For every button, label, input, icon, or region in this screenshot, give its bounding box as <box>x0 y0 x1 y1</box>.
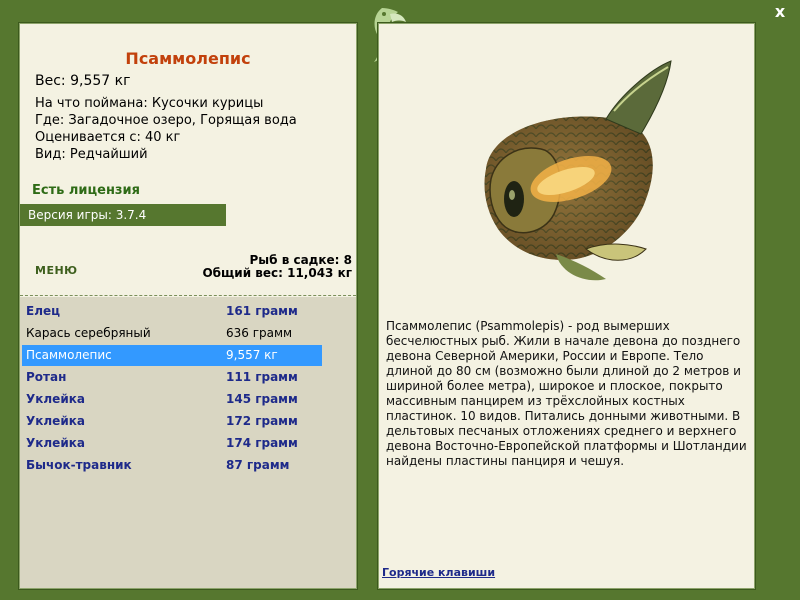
fish-list: Елец 161 грамм Карась серебряный 636 гра… <box>20 297 356 588</box>
list-item-name: Карась серебряный <box>26 326 151 340</box>
list-item-weight: 9,557 кг <box>226 348 278 362</box>
version-bar: Версия игры: 3.7.4 <box>20 204 226 226</box>
list-item-weight: 161 грамм <box>226 304 298 318</box>
list-item-name: Елец <box>26 304 61 318</box>
valued-from: Оценивается с: 40 кг <box>35 130 181 145</box>
list-item-weight: 87 грамм <box>226 458 290 472</box>
cage-count: Рыб в садке: 8 <box>249 253 353 267</box>
list-item[interactable]: Карась серебряный 636 грамм <box>22 323 322 344</box>
close-button[interactable]: x <box>772 4 788 20</box>
list-item[interactable]: Елец 161 грамм <box>22 301 322 322</box>
fish-detail-panel: Псаммолепис (Psammolepis) - род вымерших… <box>377 22 756 590</box>
list-item[interactable]: Уклейка 145 грамм <box>22 389 322 410</box>
list-item[interactable]: Псаммолепис 9,557 кг <box>22 345 322 366</box>
fish-weight: Вес: 9,557 кг <box>35 73 131 89</box>
list-item-weight: 636 грамм <box>226 326 293 340</box>
license-status: Есть лицензия <box>32 183 140 198</box>
fish-title: Псаммолепис <box>125 49 251 68</box>
list-item-weight: 174 грамм <box>226 436 298 450</box>
fish-description: Псаммолепис (Psammolepis) - род вымерших… <box>386 319 747 468</box>
total-weight: Общий вес: 11,043 кг <box>202 266 352 280</box>
divider <box>20 295 356 296</box>
rarity: Вид: Редчайший <box>35 147 148 162</box>
list-item[interactable]: Бычок-травник 87 грамм <box>22 455 322 476</box>
list-item-name: Уклейка <box>26 414 85 428</box>
hotkeys-link[interactable]: Горячие клавиши <box>382 566 495 579</box>
menu-button[interactable]: МЕНЮ <box>35 264 78 277</box>
list-item-weight: 111 грамм <box>226 370 298 384</box>
list-item[interactable]: Ротан 111 грамм <box>22 367 322 388</box>
list-item[interactable]: Уклейка 172 грамм <box>22 411 322 432</box>
fish-info-panel: Псаммолепис Вес: 9,557 кг На что поймана… <box>18 22 358 590</box>
list-item-name: Уклейка <box>26 392 85 406</box>
fish-image <box>484 60 672 281</box>
list-item-name: Бычок-травник <box>26 458 132 472</box>
list-item-name: Уклейка <box>26 436 85 450</box>
location: Где: Загадочное озеро, Горящая вода <box>35 113 297 128</box>
list-item[interactable]: Уклейка 174 грамм <box>22 433 322 454</box>
list-item-name: Псаммолепис <box>26 348 112 362</box>
caught-with: На что поймана: Кусочки курицы <box>35 96 264 111</box>
list-item-weight: 145 грамм <box>226 392 298 406</box>
list-item-weight: 172 грамм <box>226 414 298 428</box>
list-item-name: Ротан <box>26 370 67 384</box>
